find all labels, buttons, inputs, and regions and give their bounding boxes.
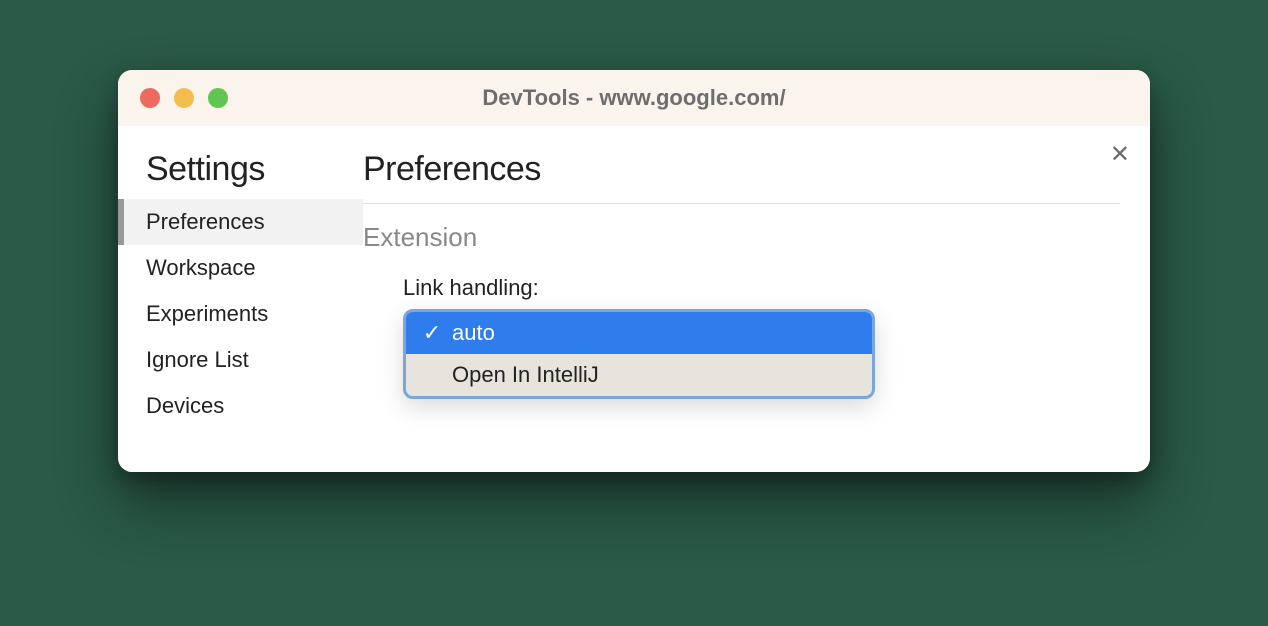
link-handling-setting: Link handling: ✓ auto Open In IntelliJ (363, 275, 1120, 399)
sidebar-item-label: Devices (146, 393, 224, 418)
titlebar: DevTools - www.google.com/ (118, 70, 1150, 126)
panel-title: Preferences (363, 150, 1120, 204)
sidebar-title: Settings (118, 150, 363, 189)
sidebar-item-preferences[interactable]: Preferences (118, 199, 363, 245)
sidebar-item-experiments[interactable]: Experiments (118, 291, 363, 337)
check-icon: ✓ (422, 320, 442, 346)
window-minimize-dot[interactable] (174, 88, 194, 108)
preferences-panel: Preferences Extension Link handling: ✓ a… (363, 126, 1150, 472)
window-controls (140, 88, 228, 108)
close-icon[interactable]: ✕ (1110, 140, 1130, 169)
window-zoom-dot[interactable] (208, 88, 228, 108)
setting-label: Link handling: (403, 275, 1120, 301)
sidebar-item-label: Experiments (146, 301, 268, 326)
dropdown-option-intellij[interactable]: Open In IntelliJ (406, 354, 872, 396)
dropdown-option-auto[interactable]: ✓ auto (406, 312, 872, 354)
settings-sidebar: Settings Preferences Workspace Experimen… (118, 126, 363, 472)
dropdown-option-label: Open In IntelliJ (452, 362, 599, 388)
window-title: DevTools - www.google.com/ (118, 85, 1150, 111)
sidebar-item-label: Preferences (146, 209, 265, 234)
window-close-dot[interactable] (140, 88, 160, 108)
sidebar-item-ignore-list[interactable]: Ignore List (118, 337, 363, 383)
dropdown-option-label: auto (452, 320, 495, 346)
sidebar-item-devices[interactable]: Devices (118, 383, 363, 429)
sidebar-item-label: Workspace (146, 255, 256, 280)
devtools-window: DevTools - www.google.com/ ✕ Settings Pr… (118, 70, 1150, 472)
section-title: Extension (363, 222, 1120, 253)
link-handling-dropdown[interactable]: ✓ auto Open In IntelliJ (403, 309, 875, 399)
sidebar-item-label: Ignore List (146, 347, 249, 372)
sidebar-item-workspace[interactable]: Workspace (118, 245, 363, 291)
window-body: ✕ Settings Preferences Workspace Experim… (118, 126, 1150, 472)
